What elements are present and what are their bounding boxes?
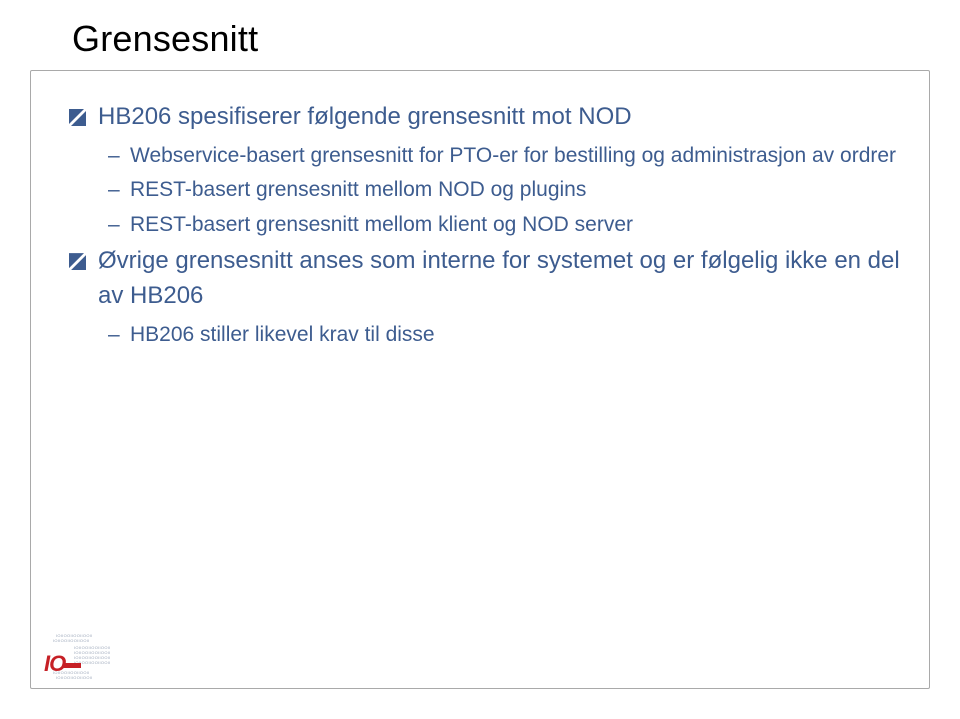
logo-text: IO [44,653,81,675]
bullet-level2: REST-basert grensesnitt mellom klient og… [68,210,900,240]
bullet-icon [70,254,85,269]
bullet-level2: HB206 stiller likevel krav til disse [68,320,900,350]
bullet-level1: HB206 spesifiserer følgende grensesnitt … [68,100,900,135]
logo-dash-icon [63,663,81,668]
slide-title: Grensesnitt [72,18,258,60]
logo-pattern-line: IOIIOOIIOOIIOOII [53,638,90,643]
bullet-level2: REST-basert grensesnitt mellom NOD og pl… [68,175,900,205]
bullet-icon [70,110,85,125]
bullet-level2: Webservice-basert grensesnitt for PTO-er… [68,141,900,171]
bullet-text: HB206 spesifiserer følgende grensesnitt … [98,103,632,130]
bullet-text: Webservice-basert grensesnitt for PTO-er… [130,144,896,167]
bullet-text: REST-basert grensesnitt mellom klient og… [130,213,633,236]
bullet-text: REST-basert grensesnitt mellom NOD og pl… [130,178,586,201]
bullet-text: Øvrige grensesnitt anses som interne for… [98,247,900,309]
company-logo: IOIIOOIIOOIIOOII IOIIOOIIOOIIOOII IOIIOO… [44,633,124,679]
content-area: HB206 spesifiserer følgende grensesnitt … [68,100,900,354]
slide: Grensesnitt HB206 spesifiserer følgende … [0,0,960,719]
bullet-level1: Øvrige grensesnitt anses som interne for… [68,244,900,314]
bullet-text: HB206 stiller likevel krav til disse [130,323,435,346]
logo-text-label: IO [44,651,65,676]
